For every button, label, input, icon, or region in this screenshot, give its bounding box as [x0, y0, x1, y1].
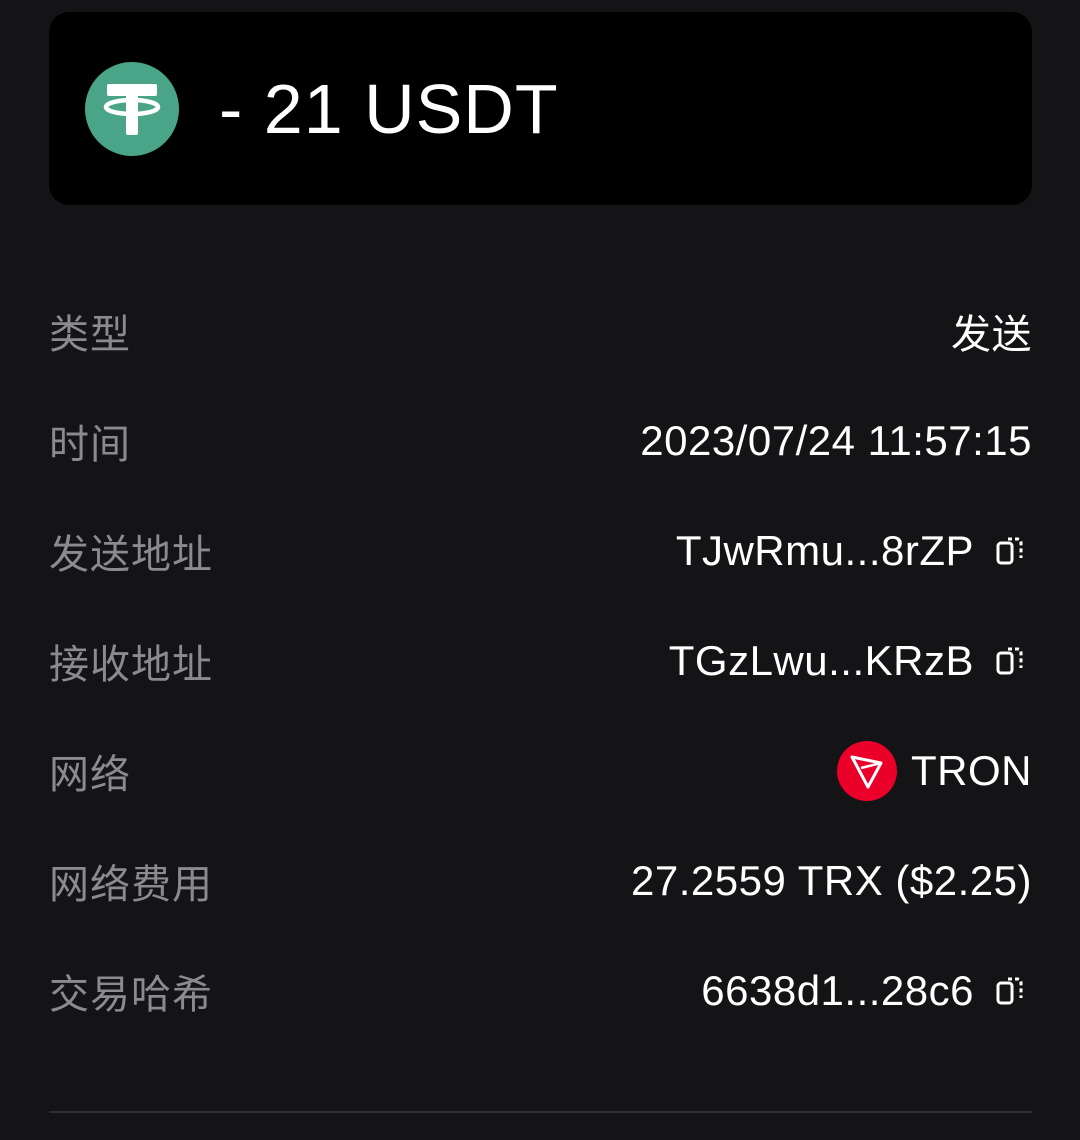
to-address-value[interactable]: TGzLwu...KRzB	[669, 637, 1032, 685]
to-address-text: TGzLwu...KRzB	[668, 637, 974, 684]
type-value: 发送	[951, 302, 1032, 360]
detail-row-from-address: 发送地址 TJwRmu...8rZP	[49, 496, 1032, 606]
from-address-text: TJwRmu...8rZP	[675, 527, 974, 574]
copy-icon[interactable]	[994, 534, 1032, 568]
divider	[49, 1111, 1032, 1113]
time-value: 2023/07/24 11:57:15	[640, 417, 1032, 464]
copy-icon[interactable]	[994, 644, 1032, 678]
detail-row-tx-hash: 交易哈希 6638d1...28c6	[49, 936, 1032, 1046]
tether-usdt-icon	[85, 61, 179, 156]
tx-hash-value[interactable]: 6638d1...28c6	[701, 967, 1032, 1015]
transaction-amount: - 21 USDT	[219, 69, 559, 148]
amount-card: - 21 USDT	[49, 12, 1032, 205]
network-value: TRON	[837, 741, 1032, 801]
detail-row-network-fee: 网络费用 27.2559 TRX ($2.25)	[49, 826, 1032, 936]
transaction-details: 类型 发送 时间 2023/07/24 11:57:15 发送地址 TJwRmu…	[49, 276, 1032, 1046]
network-name: TRON	[911, 747, 1032, 794]
network-label: 网络	[49, 752, 131, 798]
from-address-value[interactable]: TJwRmu...8rZP	[676, 527, 1032, 575]
detail-row-network: 网络 TRON	[49, 716, 1032, 826]
from-address-label: 发送地址	[49, 532, 213, 578]
type-value-text: 发送	[951, 312, 1032, 358]
network-fee-value: 27.2559 TRX ($2.25)	[631, 857, 1032, 904]
network-fee-label: 网络费用	[49, 862, 213, 908]
time-label: 时间	[49, 422, 131, 468]
detail-row-to-address: 接收地址 TGzLwu...KRzB	[49, 606, 1032, 716]
tx-hash-text: 6638d1...28c6	[701, 967, 974, 1014]
detail-row-type: 类型 发送	[49, 276, 1032, 386]
detail-row-time: 时间 2023/07/24 11:57:15	[49, 386, 1032, 496]
tron-icon	[837, 741, 897, 801]
copy-icon[interactable]	[994, 974, 1032, 1008]
tx-hash-label: 交易哈希	[49, 972, 213, 1018]
to-address-label: 接收地址	[49, 642, 213, 688]
type-label: 类型	[49, 312, 131, 358]
